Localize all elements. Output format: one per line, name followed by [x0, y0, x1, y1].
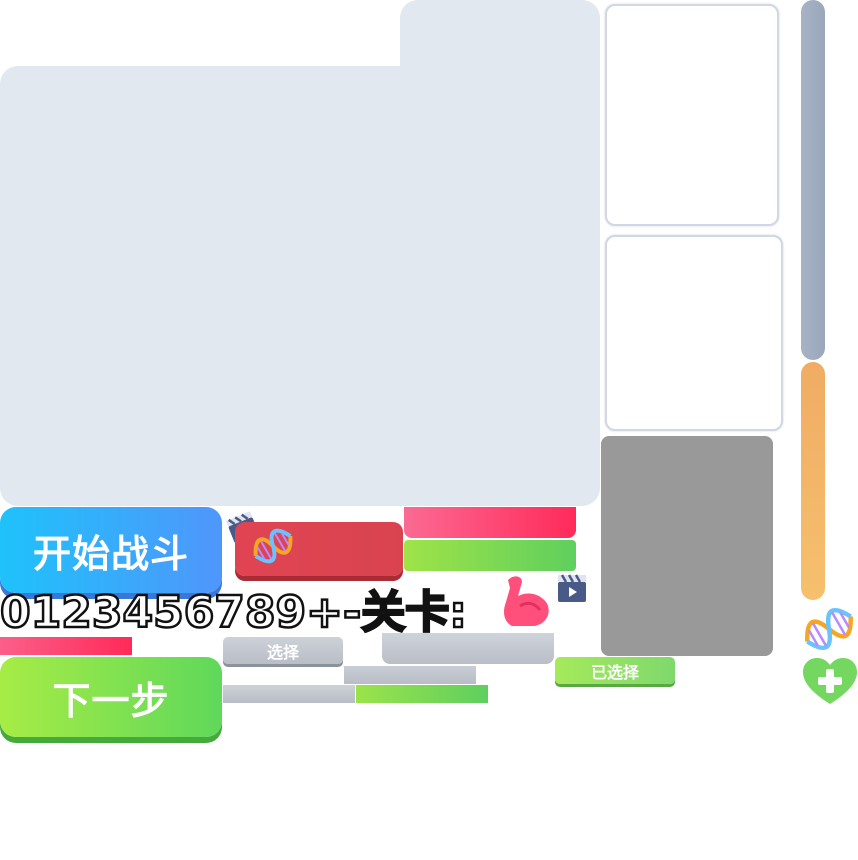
- green-bar: [404, 540, 576, 571]
- scrollbar-track[interactable]: [801, 0, 825, 360]
- next-step-button[interactable]: 下一步: [0, 657, 222, 737]
- red-dna-button[interactable]: [235, 522, 403, 576]
- selected-label: 已选择: [590, 662, 639, 682]
- white-card-bottom: [605, 235, 783, 431]
- green-long-bar: [356, 685, 488, 703]
- start-battle-label: 开始战斗: [32, 531, 189, 576]
- dna-icon: [249, 524, 297, 568]
- pink-bar: [404, 507, 576, 538]
- next-step-label: 下一步: [52, 678, 170, 723]
- select-label: 选择: [266, 642, 299, 662]
- dna-icon: [800, 600, 858, 658]
- gray-mid-bar: [344, 666, 476, 684]
- main-panel: [0, 66, 600, 506]
- red-small-bar: [0, 637, 132, 655]
- flexed-biceps-icon: [498, 572, 558, 630]
- start-battle-button[interactable]: 开始战斗: [0, 507, 222, 593]
- select-button[interactable]: 选择: [223, 637, 343, 664]
- gray-long-bar: [223, 685, 355, 703]
- clapperboard-icon: [556, 572, 588, 604]
- heart-plus-icon: [801, 656, 858, 706]
- scrollbar-thumb-orange[interactable]: [801, 362, 825, 600]
- white-card-top: [605, 4, 779, 226]
- gray-wide-bar: [382, 633, 554, 664]
- gray-card: [601, 436, 773, 656]
- selected-button[interactable]: 已选择: [555, 657, 675, 684]
